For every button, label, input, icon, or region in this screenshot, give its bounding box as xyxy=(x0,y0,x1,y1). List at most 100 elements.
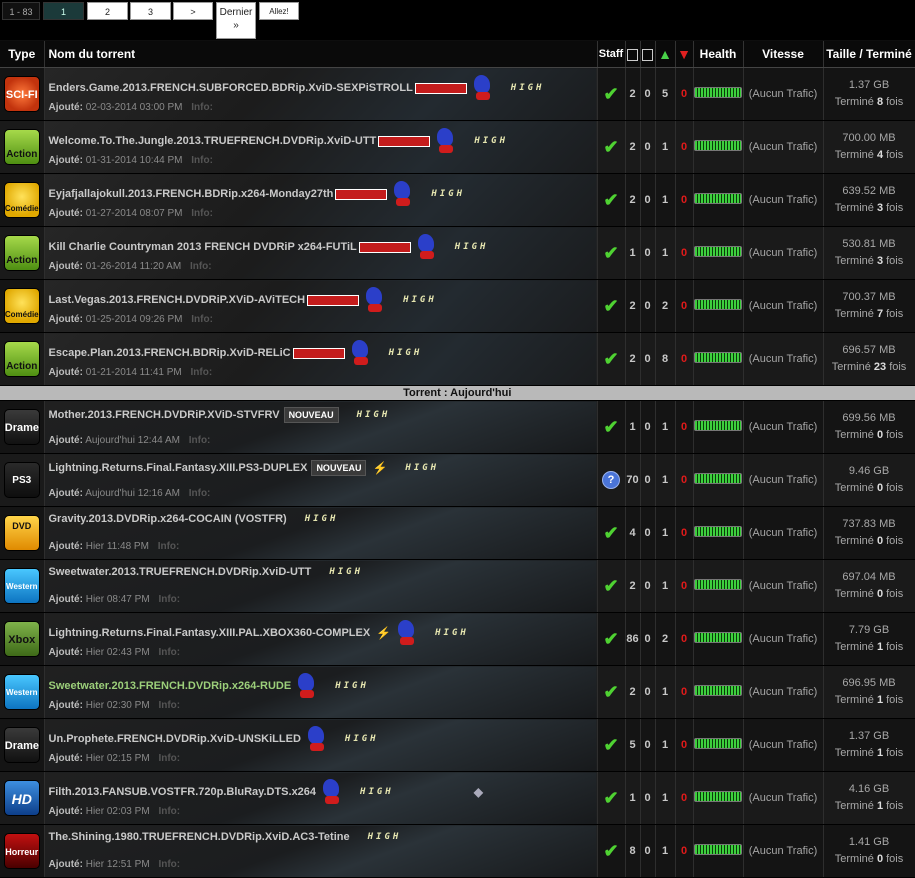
comments-count[interactable]: 0 xyxy=(644,580,650,592)
comments-count[interactable]: 0 xyxy=(644,421,650,433)
torrent-name[interactable]: Gravity.2013.DVDRip.x264-COCAIN (VOSTFR)… xyxy=(49,513,339,525)
torrent-name[interactable]: The.Shining.1980.TRUEFRENCH.DVDRip.XviD.… xyxy=(49,831,402,843)
category-cell[interactable]: Western xyxy=(0,665,45,719)
leechers-count[interactable]: 0 xyxy=(681,739,687,751)
comments-count[interactable]: 0 xyxy=(644,845,650,857)
category-icon[interactable]: PS3 xyxy=(3,462,40,498)
seeders-count[interactable]: 2 xyxy=(662,300,668,312)
category-icon[interactable]: Drame xyxy=(3,409,40,445)
comments-count[interactable]: 0 xyxy=(644,141,650,153)
torrent-name[interactable]: Escape.Plan.2013.FRENCH.BDRip.XviD-RELiC… xyxy=(49,339,423,367)
leechers-count[interactable]: 0 xyxy=(681,474,687,486)
page-3-link[interactable]: 3 xyxy=(130,2,171,20)
torrent-name[interactable]: Lightning.Returns.Final.Fantasy.XIII.PAL… xyxy=(49,619,469,647)
comments-count[interactable]: 0 xyxy=(644,633,650,645)
category-cell[interactable]: Xbox xyxy=(0,612,45,666)
header-speed[interactable]: Vitesse xyxy=(743,41,824,68)
torrent-name-link[interactable]: Sweetwater.2013.TRUEFRENCH.DVDRip.XviD-U… xyxy=(49,566,312,578)
header-comments[interactable] xyxy=(640,41,656,68)
next-page-link[interactable]: > xyxy=(173,2,213,20)
header-staff[interactable]: Staff xyxy=(597,41,626,68)
torrent-name-link[interactable]: Eyjafjallajokull.2013.FRENCH.BDRip.x264-… xyxy=(49,188,334,200)
category-cell[interactable]: HD xyxy=(0,771,45,825)
category-icon[interactable]: Action xyxy=(3,129,40,165)
seeders-count[interactable]: 1 xyxy=(662,247,668,259)
category-icon[interactable]: HD xyxy=(3,780,40,816)
page-current[interactable]: 1 xyxy=(43,2,84,20)
question-icon[interactable]: ? xyxy=(602,471,620,489)
header-seeders[interactable]: ▲ xyxy=(655,41,676,68)
leechers-count[interactable]: 0 xyxy=(681,686,687,698)
torrent-name[interactable]: Mother.2013.FRENCH.DVDRiP.XViD-STVFRV NOU… xyxy=(49,407,391,423)
leechers-count[interactable]: 0 xyxy=(681,633,687,645)
category-cell[interactable]: PS3 xyxy=(0,453,45,507)
seeders-count[interactable]: 1 xyxy=(662,194,668,206)
category-icon[interactable]: Action xyxy=(3,235,40,271)
header-leechers[interactable]: ▼ xyxy=(675,41,694,68)
leechers-count[interactable]: 0 xyxy=(681,88,687,100)
leechers-count[interactable]: 0 xyxy=(681,247,687,259)
seeders-count[interactable]: 1 xyxy=(662,141,668,153)
seeders-count[interactable]: 1 xyxy=(662,474,668,486)
seeders-count[interactable]: 2 xyxy=(662,633,668,645)
seeders-count[interactable]: 5 xyxy=(662,88,668,100)
comments-count[interactable]: 0 xyxy=(644,792,650,804)
torrent-name[interactable]: Last.Vegas.2013.FRENCH.DVDRiP.XViD-AViTE… xyxy=(49,286,437,314)
comments-count[interactable]: 0 xyxy=(644,527,650,539)
torrent-name-link[interactable]: Lightning.Returns.Final.Fantasy.XIII.PS3… xyxy=(49,462,308,474)
comments-count[interactable]: 0 xyxy=(644,300,650,312)
torrent-name[interactable]: Filth.2013.FANSUB.VOSTFR.720p.BluRay.DTS… xyxy=(49,778,483,806)
header-size[interactable]: Taille / Terminé xyxy=(823,41,915,68)
category-icon[interactable]: DVD xyxy=(3,515,40,551)
torrent-name-link[interactable]: Mother.2013.FRENCH.DVDRiP.XViD-STVFRV xyxy=(49,409,280,421)
torrent-name-link[interactable]: Kill Charlie Countryman 2013 FRENCH DVDR… xyxy=(49,241,357,253)
category-cell[interactable]: Western xyxy=(0,559,45,613)
seeders-count[interactable]: 1 xyxy=(662,527,668,539)
comments-count[interactable]: 0 xyxy=(644,194,650,206)
torrent-name-link[interactable]: Welcome.To.The.Jungle.2013.TRUEFRENCH.DV… xyxy=(49,135,377,147)
category-cell[interactable]: Action xyxy=(0,226,45,280)
leechers-count[interactable]: 0 xyxy=(681,300,687,312)
seeders-count[interactable]: 1 xyxy=(662,792,668,804)
category-cell[interactable]: Horreur xyxy=(0,824,45,878)
torrent-name[interactable]: Kill Charlie Countryman 2013 FRENCH DVDR… xyxy=(49,233,489,261)
category-icon[interactable]: Drame xyxy=(3,727,40,763)
torrent-name-link[interactable]: Escape.Plan.2013.FRENCH.BDRip.XviD-RELiC xyxy=(49,347,291,359)
go-button[interactable]: Allez! xyxy=(259,2,299,20)
leechers-count[interactable]: 0 xyxy=(681,527,687,539)
header-health[interactable]: Health xyxy=(693,41,744,68)
seeders-count[interactable]: 1 xyxy=(662,845,668,857)
leechers-count[interactable]: 0 xyxy=(681,845,687,857)
torrent-name-link[interactable]: Last.Vegas.2013.FRENCH.DVDRiP.XViD-AViTE… xyxy=(49,294,306,306)
category-cell[interactable]: Drame xyxy=(0,400,45,454)
torrent-name[interactable]: Enders.Game.2013.FRENCH.SUBFORCED.BDRip.… xyxy=(49,74,545,102)
comments-count[interactable]: 0 xyxy=(644,686,650,698)
category-icon[interactable]: Western xyxy=(3,568,40,604)
category-icon[interactable]: Action xyxy=(3,341,40,377)
last-page-link[interactable]: Dernier » xyxy=(216,2,256,39)
category-icon[interactable]: Comédie xyxy=(3,288,40,324)
comments-count[interactable]: 0 xyxy=(644,247,650,259)
torrent-name[interactable]: Sweetwater.2013.FRENCH.DVDRip.x264-RUDE H… xyxy=(49,672,369,700)
torrent-name[interactable]: Sweetwater.2013.TRUEFRENCH.DVDRip.XviD-U… xyxy=(49,566,364,578)
torrent-name[interactable]: Un.Prophete.FRENCH.DVDRip.XviD-UNSKiLLED… xyxy=(49,725,379,753)
torrent-name-link[interactable]: Lightning.Returns.Final.Fantasy.XIII.PAL… xyxy=(49,627,371,639)
torrent-name-link[interactable]: The.Shining.1980.TRUEFRENCH.DVDRip.XviD.… xyxy=(49,831,350,843)
category-icon[interactable]: Western xyxy=(3,674,40,710)
torrent-name-link[interactable]: Filth.2013.FANSUB.VOSTFR.720p.BluRay.DTS… xyxy=(49,786,317,798)
torrent-name-link[interactable]: Sweetwater.2013.FRENCH.DVDRip.x264-RUDE xyxy=(49,680,292,692)
leechers-count[interactable]: 0 xyxy=(681,792,687,804)
comments-count[interactable]: 0 xyxy=(644,739,650,751)
category-icon[interactable]: Comédie xyxy=(3,182,40,218)
header-type[interactable]: Type xyxy=(0,41,45,68)
category-icon[interactable]: SCI-FI xyxy=(3,76,40,112)
leechers-count[interactable]: 0 xyxy=(681,580,687,592)
header-name[interactable]: Nom du torrent xyxy=(44,41,598,68)
leechers-count[interactable]: 0 xyxy=(681,141,687,153)
page-2-link[interactable]: 2 xyxy=(87,2,128,20)
seeders-count[interactable]: 1 xyxy=(662,580,668,592)
category-cell[interactable]: SCI-FI xyxy=(0,67,45,121)
comments-count[interactable]: 0 xyxy=(644,88,650,100)
category-cell[interactable]: Comédie xyxy=(0,279,45,333)
seeders-count[interactable]: 1 xyxy=(662,739,668,751)
